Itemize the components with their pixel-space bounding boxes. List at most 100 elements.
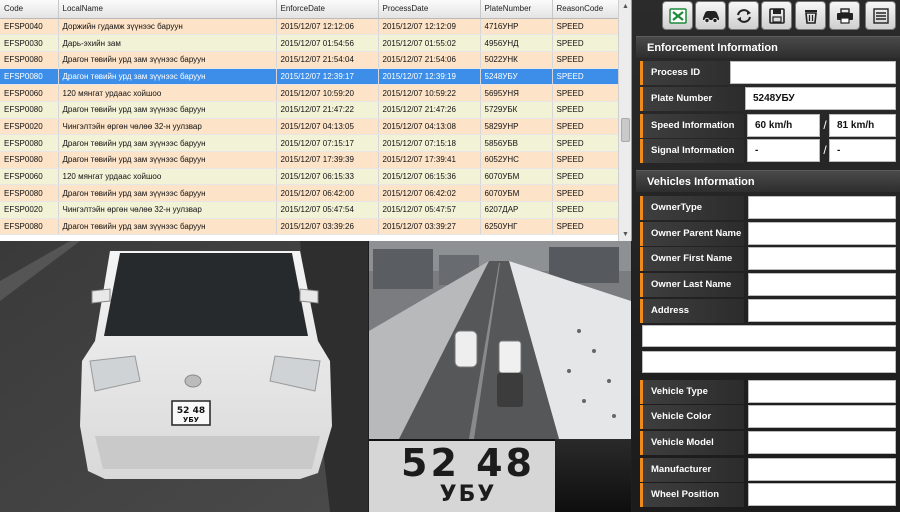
owner-parent-name-field[interactable] — [748, 222, 896, 245]
column-header-plate-number[interactable]: PlateNumber — [480, 0, 553, 19]
table-cell: SPEED — [552, 201, 619, 219]
table-cell: EFSP0020 — [0, 118, 59, 136]
address-field[interactable] — [748, 299, 896, 322]
vehicle-model-field[interactable] — [748, 431, 896, 454]
table-cell: Драгон төвийн урд зам зүүнээс баруун — [58, 68, 277, 86]
table-row[interactable]: EFSP0020 Чингэлтэйн өргөн чөлөө 32-н уулз… — [0, 201, 619, 219]
table-row[interactable]: EFSP0080 Драгон төвийн урд зам зүүнээс ба… — [0, 68, 619, 86]
address-line-3-field[interactable] — [642, 351, 896, 373]
table-cell: 2015/12/07 12:12:06 — [276, 18, 379, 36]
table-cell: 2015/12/07 21:47:26 — [378, 101, 481, 119]
print-button[interactable] — [829, 1, 860, 30]
table-cell: 120 мянгат урдаас хойшоо — [58, 168, 277, 186]
table-cell: 2015/12/07 04:13:08 — [378, 118, 481, 136]
signal-value-field-2[interactable]: - — [829, 139, 896, 162]
column-header-reason-code[interactable]: ReasonCode — [552, 0, 619, 19]
table-cell: 6207ДАР — [480, 201, 553, 219]
speed-value-field[interactable]: 60 km/h — [747, 114, 820, 137]
table-scrollbar[interactable]: ▲ ▼ — [618, 0, 631, 241]
plate-number-field[interactable]: 5248УБУ — [745, 87, 896, 110]
table-cell: Чингэлтэйн өргөн чөлөө 32-н уулзвар — [58, 201, 277, 219]
enforcement-section-title: Enforcement Information — [636, 36, 900, 58]
scroll-up-arrow-icon[interactable]: ▲ — [620, 1, 631, 12]
overview-camera-photo — [369, 241, 631, 439]
signal-value-field[interactable]: - — [747, 139, 820, 162]
excel-export-button[interactable] — [662, 1, 693, 30]
process-id-field[interactable] — [730, 61, 896, 84]
manufacturer-field[interactable] — [748, 458, 896, 481]
table-cell: 2015/12/07 21:47:22 — [276, 101, 379, 119]
table-row[interactable]: EFSP0030 Дарь-эхийн зам 2015/12/07 01:54:5… — [0, 34, 619, 52]
save-icon — [768, 7, 785, 24]
list-button[interactable] — [865, 1, 896, 30]
table-row[interactable]: EFSP0080 Драгон төвийн урд зам зүүнээс ба… — [0, 184, 619, 203]
owner-type-field[interactable] — [748, 196, 896, 219]
plate-crop-background — [555, 439, 631, 512]
scroll-down-arrow-icon[interactable]: ▼ — [620, 229, 631, 240]
vehicle-color-label: Vehicle Color — [640, 405, 744, 429]
table-cell: 2015/12/07 05:47:54 — [276, 201, 379, 219]
speed-limit-field[interactable]: 81 km/h — [829, 114, 896, 137]
signal-information-label: Signal Information — [640, 139, 744, 163]
table-cell: 6250УНГ — [480, 218, 553, 236]
table-row[interactable]: EFSP0080 Драгон төвийн урд зам зүүнээс ба… — [0, 151, 619, 169]
table-cell: Драгон төвийн урд зам зүүнээс баруун — [58, 134, 277, 152]
address-line-2-field[interactable] — [642, 325, 896, 347]
vehicle-button[interactable] — [695, 1, 726, 30]
table-cell: SPEED — [552, 18, 619, 36]
column-header-enforce-date[interactable]: EnforceDate — [276, 0, 379, 19]
overview-camera-image — [369, 241, 631, 439]
table-cell: Доржийн гудамж зүүнээс баруун — [58, 18, 277, 36]
table-cell: SPEED — [552, 84, 619, 102]
table-row[interactable]: EFSP0040 Доржийн гудамж зүүнээс баруун 201… — [0, 18, 619, 36]
table-cell: 6070УБМ — [480, 168, 553, 186]
table-cell: SPEED — [552, 168, 619, 186]
table-cell: SPEED — [552, 151, 619, 169]
refresh-icon — [736, 8, 751, 23]
table-cell: 2015/12/07 07:15:18 — [378, 134, 481, 152]
table-cell: 2015/12/07 04:13:05 — [276, 118, 379, 136]
column-header-code[interactable]: Code — [0, 0, 59, 19]
table-cell: 5856УБВ — [480, 134, 553, 152]
table-row[interactable]: EFSP0020 Чингэлтэйн өргөн чөлөө 32-н уулз… — [0, 118, 619, 136]
plate-crop-line2: УБУ — [439, 482, 497, 507]
delete-button[interactable] — [795, 1, 826, 30]
process-id-label: Process ID — [640, 61, 744, 85]
table-row[interactable]: EFSP0080 Драгон төвийн урд зам зүүнээс ба… — [0, 51, 619, 69]
table-cell: 2015/12/07 03:39:26 — [276, 218, 379, 236]
table-cell: 2015/12/07 07:15:17 — [276, 134, 379, 152]
signal-separator: / — [823, 143, 827, 157]
table-cell: EFSP0020 — [0, 201, 59, 219]
owner-last-name-label: Owner Last Name — [640, 273, 744, 297]
table-header-row: Code LocalName EnforceDate ProcessDate P… — [0, 0, 619, 19]
table-row[interactable]: EFSP0080 Драгон төвийн урд зам зүүнээс ба… — [0, 218, 619, 236]
wheel-position-label: Wheel Position — [640, 483, 744, 507]
table-row[interactable]: EFSP0080 Драгон төвийн урд зам зүүнээс ба… — [0, 101, 619, 119]
owner-type-label: OwnerType — [640, 196, 744, 220]
vehicle-type-field[interactable] — [748, 380, 896, 403]
table-cell: 4956УНД — [480, 34, 553, 52]
list-icon — [872, 7, 889, 24]
column-header-local-name[interactable]: LocalName — [58, 0, 277, 19]
table-cell: EFSP0080 — [0, 51, 59, 69]
manufacturer-label: Manufacturer — [640, 458, 744, 482]
table-row[interactable]: EFSP0060 120 мянгат урдаас хойшоо 2015/12/… — [0, 168, 619, 186]
save-button[interactable] — [761, 1, 792, 30]
table-cell: 6070УБМ — [480, 184, 553, 203]
table-cell: EFSP0030 — [0, 34, 59, 52]
table-cell: 2015/12/07 05:47:57 — [378, 201, 481, 219]
table-cell: Дарь-эхийн зам — [58, 34, 277, 52]
wheel-position-field[interactable] — [748, 483, 896, 506]
column-header-process-date[interactable]: ProcessDate — [378, 0, 481, 19]
scrollbar-thumb[interactable] — [621, 118, 630, 142]
table-row[interactable]: EFSP0060 120 мянгат урдаас хойшоо 2015/12/… — [0, 84, 619, 102]
table-cell: EFSP0080 — [0, 134, 59, 152]
owner-last-name-field[interactable] — [748, 273, 896, 296]
table-cell: SPEED — [552, 218, 619, 236]
vehicle-color-field[interactable] — [748, 405, 896, 428]
table-cell: SPEED — [552, 51, 619, 69]
owner-first-name-field[interactable] — [748, 247, 896, 270]
refresh-button[interactable] — [728, 1, 759, 30]
table-cell: 2015/12/07 01:55:02 — [378, 34, 481, 52]
table-row[interactable]: EFSP0080 Драгон төвийн урд зам зүүнээс ба… — [0, 134, 619, 152]
